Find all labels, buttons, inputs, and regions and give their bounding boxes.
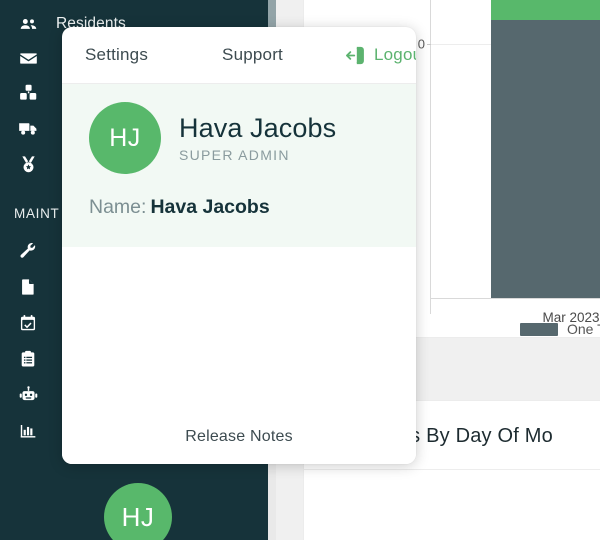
chart-legend: One Tim [430,321,600,337]
app-root: 0 0 0 0 [0,0,600,540]
legend-swatch-one-time [520,322,558,336]
tab-settings[interactable]: Settings [85,45,148,65]
medal-icon [0,155,56,174]
chart-plot-area: 0 0 0 0 [418,0,600,325]
profile-name: Hava Jacobs [179,112,337,143]
account-popup: Settings Support Logout HJ Hava Jacobs S… [62,27,416,464]
boxes-icon [0,83,56,102]
profile-name-field: Name: Hava Jacobs [89,196,416,219]
legend-label-one-time: One Tim [567,321,600,337]
profile-name-field-label: Name: [89,196,147,218]
logout-label: Logout [373,45,416,64]
wrench-icon [0,242,56,260]
bar-stack-mar-2023[interactable] [491,0,600,298]
chart-bar-icon [0,422,56,440]
robot-icon [0,385,56,405]
bar-segment-one-time[interactable] [491,20,600,298]
sidebar-section-maintenance: MAINT [14,206,60,221]
profile-role-badge: SUPER ADMIN [179,147,290,164]
profile-identity: Hava Jacobs SUPER ADMIN [179,113,336,163]
sidebar-user-avatar[interactable]: HJ [104,483,172,540]
popup-body: Release Notes [62,247,416,464]
popup-tab-bar: Settings Support Logout [62,27,416,84]
chart-tickmark [427,44,431,45]
profile-avatar: HJ [89,102,161,174]
envelope-icon [0,49,56,68]
logout-button[interactable]: Logout [345,45,416,66]
users-icon [0,15,56,34]
x-axis-stub [430,298,431,314]
calendar-check-icon [0,314,56,332]
truck-icon [0,118,56,138]
logout-icon [345,46,364,64]
popup-profile-panel: HJ Hava Jacobs SUPER ADMIN Name: Hava Jac… [62,84,416,247]
y-axis-tick-label: 0 [417,36,425,52]
profile-header-row: HJ Hava Jacobs SUPER ADMIN [89,102,416,174]
tab-support[interactable]: Support [222,45,283,65]
file-icon [0,278,56,296]
clipboard-list-icon [0,350,56,368]
donut-chart-area [304,470,600,540]
release-notes-link[interactable]: Release Notes [62,428,416,446]
profile-name-field-value: Hava Jacobs [150,196,270,218]
bar-segment-green[interactable] [491,0,600,20]
